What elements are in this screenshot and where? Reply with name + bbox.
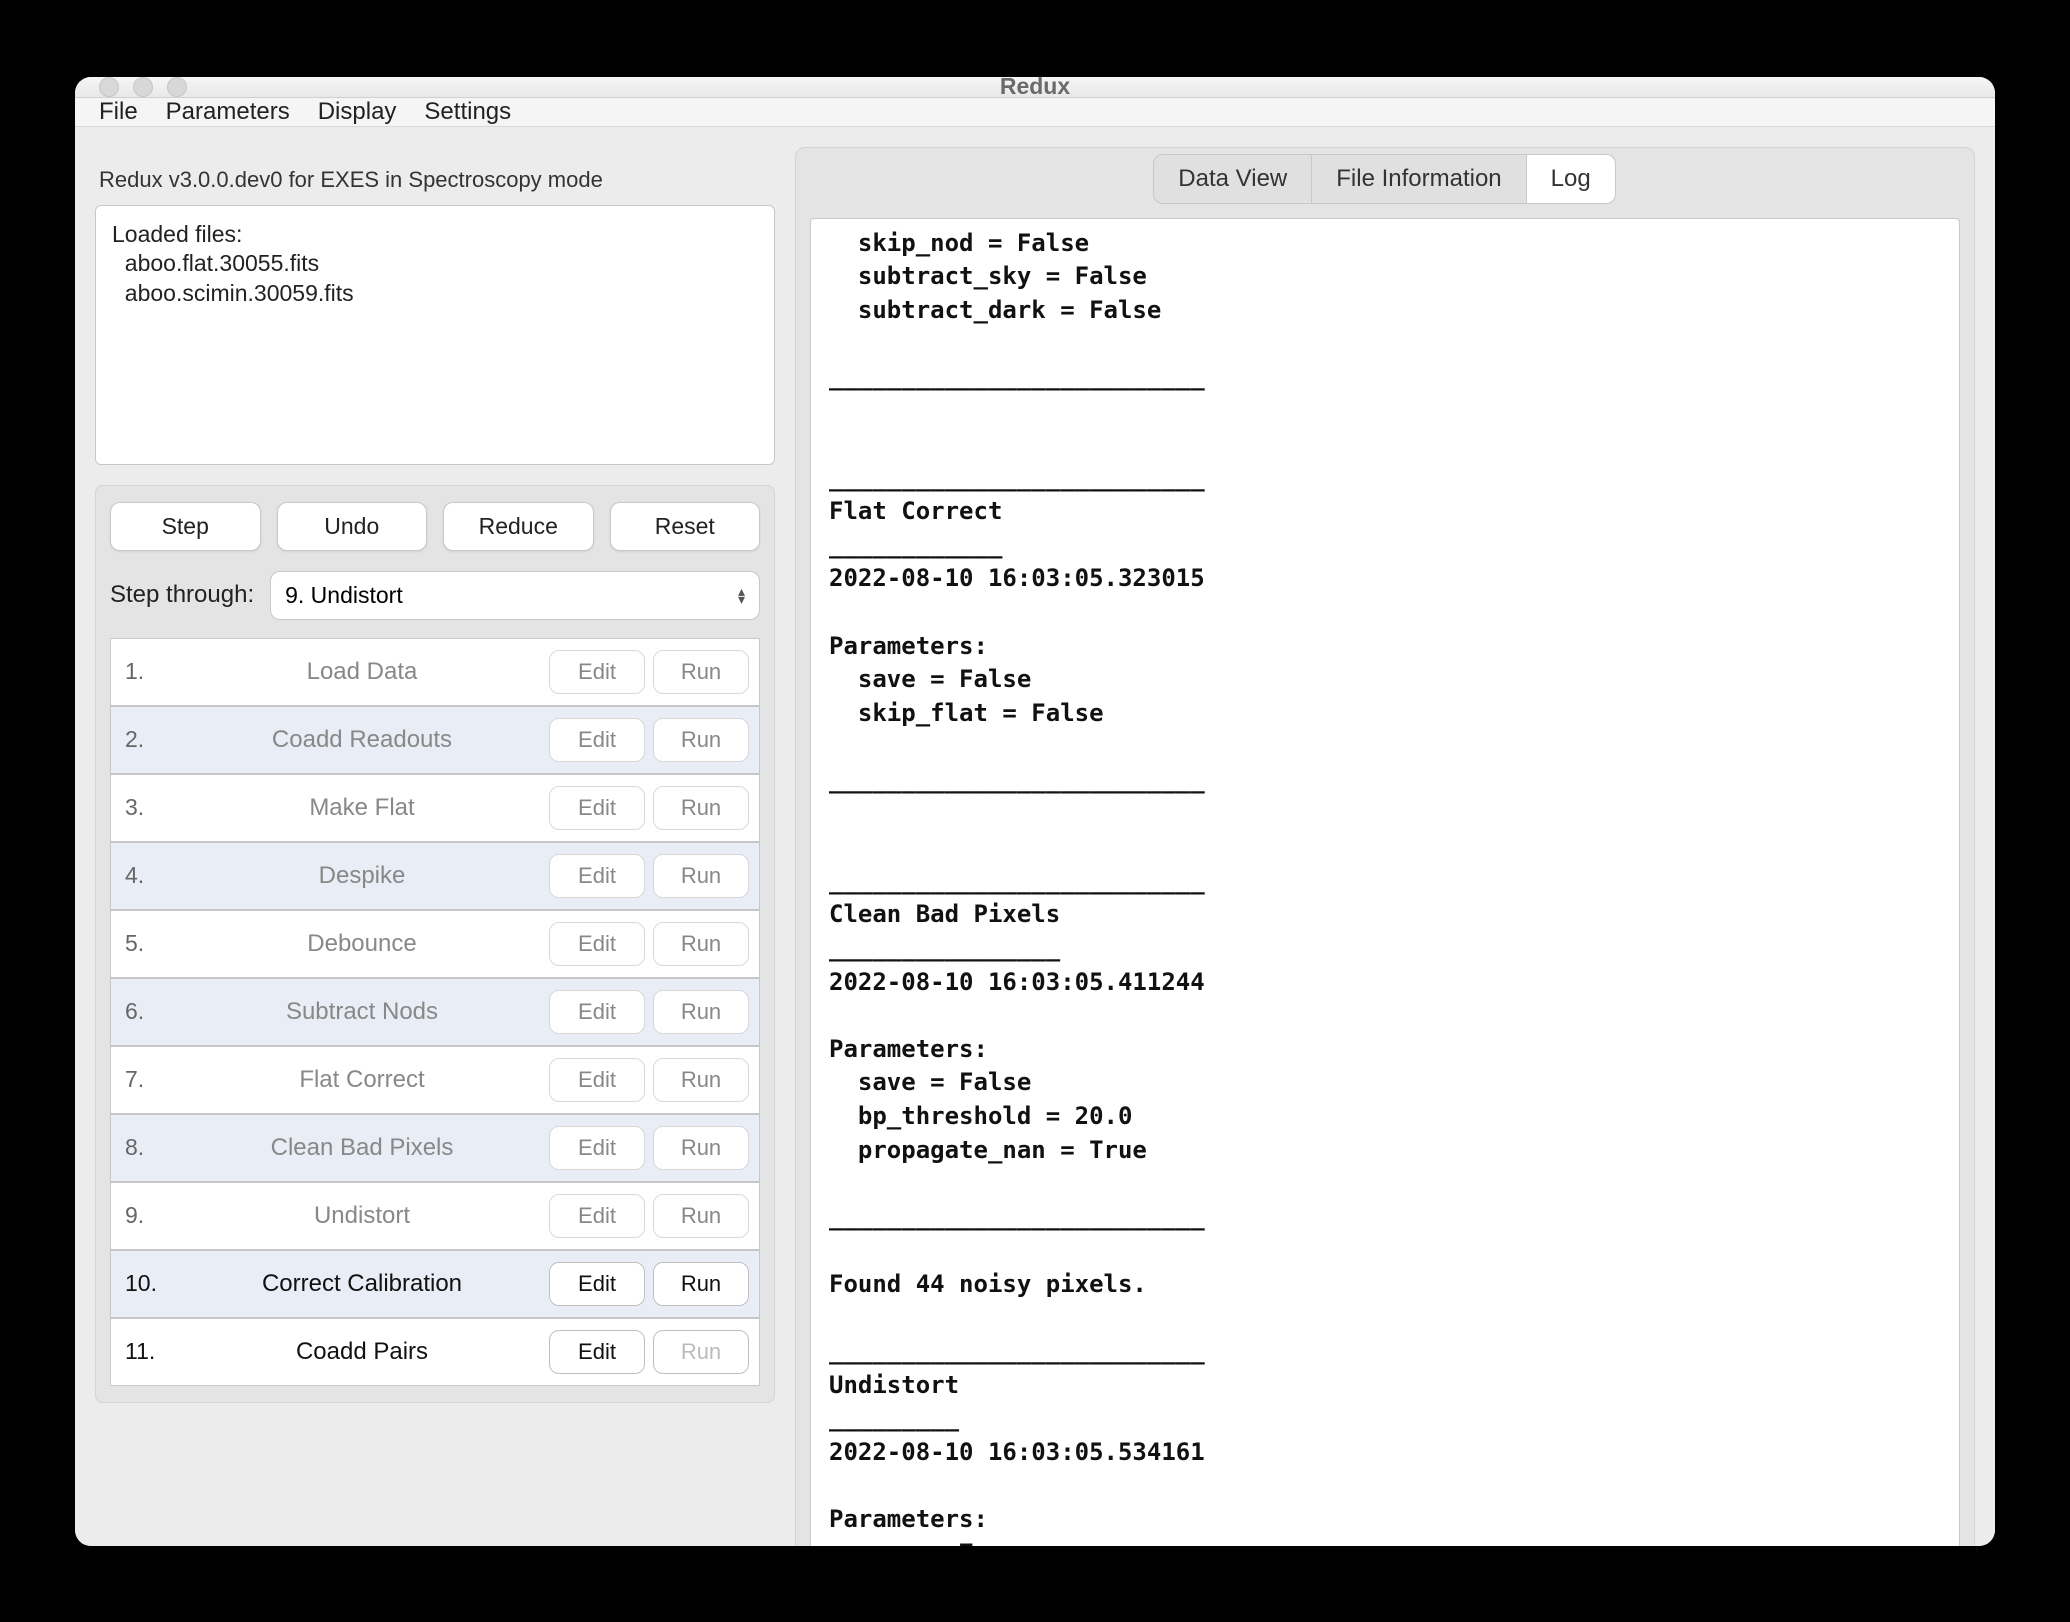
step-number: 4. <box>121 862 175 889</box>
zoom-icon[interactable] <box>167 77 187 97</box>
step-row: 10. Correct Calibration EditRun <box>110 1250 760 1318</box>
left-panel: Redux v3.0.0.dev0 for EXES in Spectrosco… <box>95 147 775 1546</box>
menubar: File Parameters Display Settings <box>75 98 1995 127</box>
step-row: 3. Make Flat EditRun <box>110 774 760 842</box>
run-button[interactable]: Run <box>653 1058 749 1102</box>
step-through-label: Step through: <box>110 581 254 609</box>
control-panel: Step Undo Reduce Reset Step through: 9. … <box>95 485 775 1403</box>
edit-button[interactable]: Edit <box>549 854 645 898</box>
run-button[interactable]: Run <box>653 854 749 898</box>
step-name: Load Data <box>183 658 541 686</box>
menu-display[interactable]: Display <box>318 98 397 126</box>
edit-button[interactable]: Edit <box>549 1194 645 1238</box>
tab-log[interactable]: Log <box>1526 154 1616 204</box>
run-button[interactable]: Run <box>653 1194 749 1238</box>
step-number: 8. <box>121 1134 175 1161</box>
step-button[interactable]: Step <box>110 502 261 551</box>
step-name: Clean Bad Pixels <box>183 1134 541 1162</box>
edit-button[interactable]: Edit <box>549 650 645 694</box>
step-row: 7. Flat Correct EditRun <box>110 1046 760 1114</box>
step-row: 6. Subtract Nods EditRun <box>110 978 760 1046</box>
edit-button[interactable]: Edit <box>549 990 645 1034</box>
step-number: 5. <box>121 930 175 957</box>
step-row: 8. Clean Bad Pixels EditRun <box>110 1114 760 1182</box>
run-button[interactable]: Run <box>653 1126 749 1170</box>
tab-file-information[interactable]: File Information <box>1311 154 1526 204</box>
edit-button[interactable]: Edit <box>549 786 645 830</box>
step-name: Subtract Nods <box>183 998 541 1026</box>
titlebar: Redux <box>75 77 1995 98</box>
step-through-row: Step through: 9. Undistort ▴▾ <box>110 571 760 620</box>
step-row: 2. Coadd Readouts EditRun <box>110 706 760 774</box>
edit-button[interactable]: Edit <box>549 718 645 762</box>
step-name: Flat Correct <box>183 1066 541 1094</box>
loaded-files-box: Loaded files: aboo.flat.30055.fits aboo.… <box>95 205 775 465</box>
step-name: Debounce <box>183 930 541 958</box>
minimize-icon[interactable] <box>133 77 153 97</box>
step-number: 9. <box>121 1202 175 1229</box>
step-row: 11. Coadd Pairs EditRun <box>110 1318 760 1386</box>
window-title: Redux <box>75 77 1995 101</box>
tabs: Data View File Information Log <box>796 148 1974 204</box>
traffic-lights <box>75 77 187 97</box>
step-row: 1. Load Data EditRun <box>110 638 760 706</box>
step-row: 4. Despike EditRun <box>110 842 760 910</box>
run-button[interactable]: Run <box>653 786 749 830</box>
content: Redux v3.0.0.dev0 for EXES in Spectrosco… <box>75 127 1995 1546</box>
version-label: Redux v3.0.0.dev0 for EXES in Spectrosco… <box>95 147 775 205</box>
menu-file[interactable]: File <box>99 98 138 126</box>
edit-button[interactable]: Edit <box>549 1330 645 1374</box>
step-number: 7. <box>121 1066 175 1093</box>
right-panel: Data View File Information Log skip_nod … <box>795 147 1975 1546</box>
edit-button[interactable]: Edit <box>549 922 645 966</box>
step-number: 1. <box>121 658 175 685</box>
chevron-updown-icon: ▴▾ <box>738 587 745 604</box>
step-through-select[interactable]: 9. Undistort ▴▾ <box>270 571 760 620</box>
step-row: 5. Debounce EditRun <box>110 910 760 978</box>
action-buttons: Step Undo Reduce Reset <box>110 502 760 551</box>
run-button[interactable]: Run <box>653 718 749 762</box>
step-number: 10. <box>121 1270 175 1297</box>
menu-settings[interactable]: Settings <box>424 98 511 126</box>
run-button[interactable]: Run <box>653 1262 749 1306</box>
main-window: Redux File Parameters Display Settings R… <box>75 77 1995 1546</box>
undo-button[interactable]: Undo <box>277 502 428 551</box>
close-icon[interactable] <box>99 77 119 97</box>
tab-data-view[interactable]: Data View <box>1153 154 1312 204</box>
reduce-button[interactable]: Reduce <box>443 502 594 551</box>
menu-parameters[interactable]: Parameters <box>166 98 290 126</box>
step-number: 11. <box>121 1338 175 1365</box>
step-name: Coadd Readouts <box>183 726 541 754</box>
edit-button[interactable]: Edit <box>549 1262 645 1306</box>
run-button: Run <box>653 1330 749 1374</box>
edit-button[interactable]: Edit <box>549 1058 645 1102</box>
step-name: Make Flat <box>183 794 541 822</box>
run-button[interactable]: Run <box>653 650 749 694</box>
step-number: 2. <box>121 726 175 753</box>
step-name: Despike <box>183 862 541 890</box>
reset-button[interactable]: Reset <box>610 502 761 551</box>
step-name: Correct Calibration <box>183 1270 541 1298</box>
step-through-value: 9. Undistort <box>285 582 403 609</box>
steps-list: 1.Load DataEditRun2.Coadd ReadoutsEditRu… <box>110 638 760 1386</box>
run-button[interactable]: Run <box>653 922 749 966</box>
step-number: 3. <box>121 794 175 821</box>
log-output[interactable]: skip_nod = False subtract_sky = False su… <box>810 218 1960 1546</box>
run-button[interactable]: Run <box>653 990 749 1034</box>
step-number: 6. <box>121 998 175 1025</box>
step-name: Undistort <box>183 1202 541 1230</box>
step-row: 9. Undistort EditRun <box>110 1182 760 1250</box>
edit-button[interactable]: Edit <box>549 1126 645 1170</box>
step-name: Coadd Pairs <box>183 1338 541 1366</box>
